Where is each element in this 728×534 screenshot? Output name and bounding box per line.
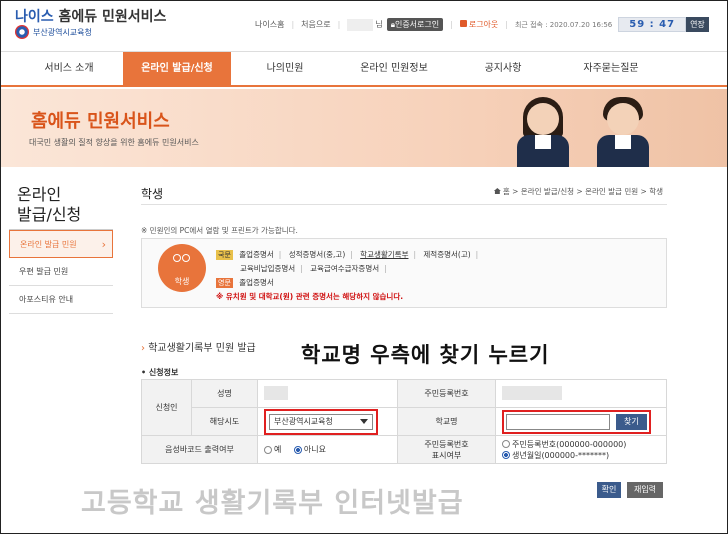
rrn-display-label: 주민등록번호 표시여부 (397, 435, 496, 464)
user-name-masked (347, 18, 374, 31)
radio-rrn-birth[interactable] (502, 451, 510, 459)
student-boy-image (593, 97, 653, 167)
barcode-option-yes[interactable]: 예 (264, 445, 281, 454)
rrn-display-options: 주민등록번호(000000-000000) 생년월일(000000-******… (495, 435, 667, 464)
doc-row-korean: 국문 졸업증명서 | 성적증명서(중,고) | 학교생활기록부 | 제적증명서(고) | (216, 250, 479, 260)
section-title: › 학교생활기록부 민원 발급 (141, 343, 256, 354)
school-name-input[interactable] (506, 413, 610, 430)
rrn-label: 주민등록번호 (397, 379, 496, 408)
title-divider (141, 204, 667, 205)
lnb-title: 온라인 발급/신청 (17, 185, 82, 224)
lnb-item-apostille[interactable]: 아포스티유 안내 (9, 286, 113, 314)
rrn-option-full[interactable]: 주민등록번호(000000-000000) (502, 439, 650, 450)
doc-row-english: 영문 졸업증명서 (216, 277, 274, 288)
people-icon (172, 254, 192, 272)
school-label: 학교명 (397, 407, 496, 436)
region-cell: 부산광역시교육청 (257, 407, 398, 436)
find-school-button[interactable]: 찾기 (616, 413, 647, 430)
radio-no[interactable] (293, 445, 302, 454)
doc-link[interactable]: 교육급여수급자증명서 (310, 264, 379, 273)
confirm-button[interactable]: 확인 (597, 482, 621, 498)
name-value (257, 379, 398, 408)
main-navigation: 서비스 소개 온라인 발급/신청 나의민원 온라인 민원정보 공지사항 자주묻는… (1, 51, 727, 87)
student-girl-image (513, 97, 573, 167)
logout-icon (459, 20, 467, 27)
name-label: 성명 (191, 379, 258, 408)
doc-row-korean-2: 교육비납입증명서 | 교육급여수급자증명서 | (240, 264, 387, 273)
doc-link[interactable]: 제적증명서(고) (423, 250, 470, 259)
barcode-label: 음성바코드 출력여부 (141, 435, 258, 464)
gnb-item-service-intro[interactable]: 서비스 소개 (21, 52, 117, 86)
first-page-link[interactable]: 처음으로 (301, 19, 330, 30)
form-label: • 신청정보 (141, 368, 179, 377)
notice-text: ※ 민원인의 PC에서 열람 및 프린트가 가능합니다. (141, 226, 298, 235)
radio-rrn-full[interactable] (502, 440, 510, 448)
user-name-suffix: 님 (375, 20, 383, 29)
lnb-item-postal-issue[interactable]: 우편 발급 민원 (9, 258, 113, 286)
logout-button[interactable]: 로그아웃 (459, 19, 498, 30)
lnb-item-online-issue[interactable]: 온라인 발급 민원 (9, 230, 113, 259)
page-frame: 나이스 홈에듀 민원서비스 부산광역시교육청 나이스홈 | 처음으로 | 님 🔒… (0, 0, 728, 534)
chevron-down-icon (360, 418, 368, 424)
student-category-icon: 학생 (158, 244, 206, 292)
doc-link[interactable]: 졸업증명서 (239, 250, 274, 259)
applicant-header: 신청인 (141, 379, 192, 436)
doc-link-school-record[interactable]: 학교생활기록부 (360, 250, 408, 259)
barcode-option-no[interactable]: 아니요 (293, 445, 326, 454)
instruction-overlay: 학교명 우측에 찾기 누르기 (301, 343, 550, 367)
gnb-item-my-requests[interactable]: 나의민원 (237, 52, 333, 86)
school-cell: 찾기 (495, 407, 667, 436)
reinput-button[interactable]: 재입력 (627, 482, 663, 498)
session-timer: 59 : 47 (618, 17, 687, 32)
radio-yes[interactable] (264, 445, 272, 454)
breadcrumb: 홈 > 온라인 발급/신청 > 온라인 발급 민원 > 학생 (493, 186, 663, 197)
region-label: 해당시도 (191, 407, 258, 436)
extend-session-button[interactable]: 연장 (686, 17, 709, 32)
rrn-value (495, 379, 667, 408)
home-icon (493, 188, 501, 194)
banner-subtitle: 대국민 생활의 질적 향상을 위한 홈에듀 민원서비스 (29, 138, 199, 147)
barcode-options: 예 아니요 (257, 435, 398, 464)
region-select[interactable]: 부산광역시교육청 (269, 413, 373, 430)
last-access-text: 최근 접속 : 2020.07.20 16:56 (514, 20, 613, 29)
school-highlight: 찾기 (502, 409, 651, 434)
office-logo: 부산광역시교육청 (15, 25, 92, 39)
doc-link[interactable]: 교육비납입증명서 (240, 264, 295, 273)
left-navigation: 온라인 발급 민원 우편 발급 민원 아포스티유 안내 (9, 229, 113, 314)
korean-tag: 국문 (216, 250, 233, 260)
region-highlight: 부산광역시교육청 (264, 408, 378, 435)
cert-login-button[interactable]: 🔒︎인증서로그인 (386, 18, 444, 31)
page-title: 학생 (141, 187, 164, 201)
watermark-text: 고등학교 생활기록부 인터넷발급 (81, 488, 464, 519)
warning-text: ※ 유치원 및 대학교(원) 관련 증명서는 해당하지 않습니다. (216, 292, 404, 301)
application-form: 신청인 성명 주민등록번호 해당시도 부산광역시교육청 학교명 찾기 음성바코드 (141, 379, 667, 464)
top-header: 나이스 홈에듀 민원서비스 부산광역시교육청 나이스홈 | 처음으로 | 님 🔒… (1, 1, 727, 45)
english-tag: 영문 (216, 278, 233, 288)
doc-link[interactable]: 졸업증명서 (239, 278, 274, 287)
gnb-item-faq[interactable]: 자주묻는질문 (557, 52, 665, 86)
site-logo[interactable]: 나이스 홈에듀 민원서비스 (15, 6, 166, 26)
banner-title: 홈에듀 민원서비스 (31, 111, 170, 132)
gnb-item-online-info[interactable]: 온라인 민원정보 (339, 52, 449, 86)
hero-banner: 홈에듀 민원서비스 대국민 생활의 질적 향상을 위한 홈에듀 민원서비스 (1, 89, 727, 167)
doc-link[interactable]: 성적증명서(중,고) (289, 250, 346, 259)
document-info-box: 학생 국문 졸업증명서 | 성적증명서(중,고) | 학교생활기록부 | 제적증명서(… (141, 238, 667, 308)
rrn-option-birthdate[interactable]: 생년월일(000000-*******) (502, 450, 650, 461)
emblem-icon (15, 25, 29, 39)
gnb-item-online-issue[interactable]: 온라인 발급/신청 (123, 52, 231, 86)
nice-home-link[interactable]: 나이스홈 (255, 19, 284, 30)
gnb-item-notice[interactable]: 공지사항 (455, 52, 551, 86)
utility-bar: 나이스홈 | 처음으로 | 님 🔒︎인증서로그인 | 로그아웃 | 최근 접속 … (255, 17, 709, 32)
